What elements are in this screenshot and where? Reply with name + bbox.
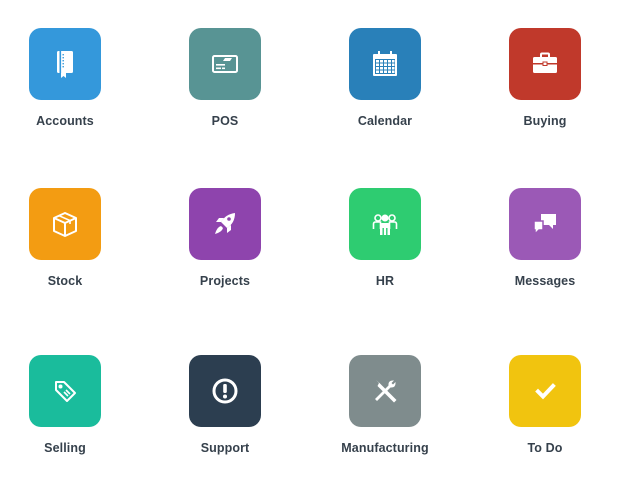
module-tile[interactable] — [509, 28, 581, 100]
module-projects[interactable]: Projects — [160, 188, 290, 298]
calendar-icon — [373, 51, 397, 76]
exclamation-circle-icon — [212, 378, 238, 404]
module-grid-page: { "modules": [ {"label": "Accounts", "ic… — [0, 0, 618, 489]
module-pos[interactable]: POS — [160, 28, 290, 138]
module-support[interactable]: Support — [160, 355, 290, 465]
check-icon — [535, 383, 556, 400]
group-icon — [372, 214, 398, 235]
module-tile[interactable] — [189, 355, 261, 427]
module-tile[interactable] — [349, 188, 421, 260]
module-hr[interactable]: HR — [320, 188, 450, 298]
module-todo[interactable]: To Do — [480, 355, 610, 465]
module-label: Projects — [199, 274, 251, 288]
module-label: POS — [211, 114, 239, 128]
module-label: HR — [375, 274, 395, 288]
module-tile[interactable] — [509, 355, 581, 427]
module-tile[interactable] — [29, 355, 101, 427]
module-tile[interactable] — [29, 28, 101, 100]
credit-card-icon — [212, 55, 238, 73]
module-label: Buying — [523, 114, 567, 128]
module-manufacturing[interactable]: Manufacturing — [320, 355, 450, 465]
tools-icon — [375, 380, 397, 403]
chat-bubbles-icon — [533, 214, 556, 236]
module-calendar[interactable]: Calendar — [320, 28, 450, 138]
module-tile[interactable] — [509, 188, 581, 260]
module-label: Manufacturing — [341, 441, 429, 455]
module-stock[interactable]: Stock — [0, 188, 130, 298]
module-accounts[interactable]: Accounts — [0, 28, 130, 138]
book-icon — [57, 51, 73, 78]
tag-icon — [55, 381, 76, 402]
module-label: Stock — [47, 274, 83, 288]
module-tile[interactable] — [189, 28, 261, 100]
briefcase-icon — [533, 52, 557, 73]
module-buying[interactable]: Buying — [480, 28, 610, 138]
module-tile[interactable] — [189, 188, 261, 260]
module-tile[interactable] — [349, 355, 421, 427]
module-label: Messages — [514, 274, 576, 288]
module-label: Support — [200, 441, 250, 455]
box-icon — [53, 212, 77, 237]
module-tile[interactable] — [29, 188, 101, 260]
rocket-icon — [215, 213, 235, 234]
module-label: Calendar — [357, 114, 413, 128]
module-tile[interactable] — [349, 28, 421, 100]
module-selling[interactable]: Selling — [0, 355, 130, 465]
module-messages[interactable]: Messages — [480, 188, 610, 298]
module-label: Accounts — [36, 114, 94, 128]
module-label: Selling — [44, 441, 86, 455]
module-label: To Do — [527, 441, 563, 455]
